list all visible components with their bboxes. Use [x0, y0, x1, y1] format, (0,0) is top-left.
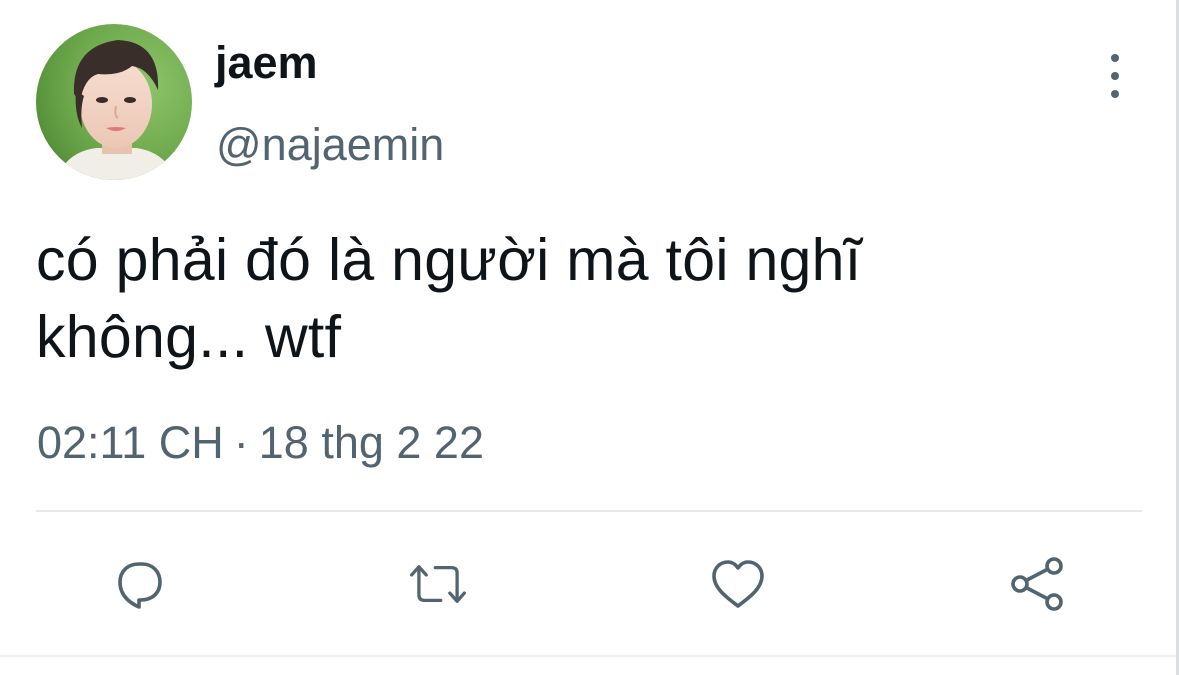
retweet-arrows-icon	[410, 565, 466, 603]
reply-button[interactable]	[110, 554, 170, 614]
tweet-time: 02:11 CH	[37, 417, 224, 468]
tweet-text-line: không... wtf	[36, 304, 342, 370]
meta-separator: ·	[233, 417, 249, 468]
author-avatar[interactable]	[36, 24, 192, 180]
avatar-photo-icon	[36, 24, 192, 180]
share-nodes-icon	[1011, 557, 1063, 611]
divider	[0, 655, 1179, 657]
tweet-text: có phải đó là người mà tôi nghĩ không...…	[36, 222, 1136, 376]
speech-bubble-icon	[118, 562, 162, 609]
tweet-text-line: có phải đó là người mà tôi nghĩ	[36, 227, 862, 293]
vertical-ellipsis-icon-dot	[1111, 90, 1119, 98]
more-options-button[interactable]	[1096, 54, 1134, 98]
divider	[36, 510, 1142, 512]
tweet-timestamp[interactable]: 02:11 CH · 18 thg 2 22	[37, 420, 484, 465]
author-display-name[interactable]: jaem	[215, 40, 318, 85]
vertical-ellipsis-icon-dot	[1111, 72, 1119, 80]
retweet-button[interactable]	[408, 554, 468, 614]
share-button[interactable]	[1008, 554, 1068, 614]
tweet-date: 18 thg 2 22	[258, 417, 484, 468]
heart-icon	[712, 560, 764, 608]
vertical-ellipsis-icon-dot	[1111, 54, 1119, 62]
tweet-card: jaem @najaemin có phải đó là người mà tô…	[0, 0, 1179, 675]
author-handle[interactable]: @najaemin	[216, 122, 444, 167]
like-button[interactable]	[708, 554, 768, 614]
